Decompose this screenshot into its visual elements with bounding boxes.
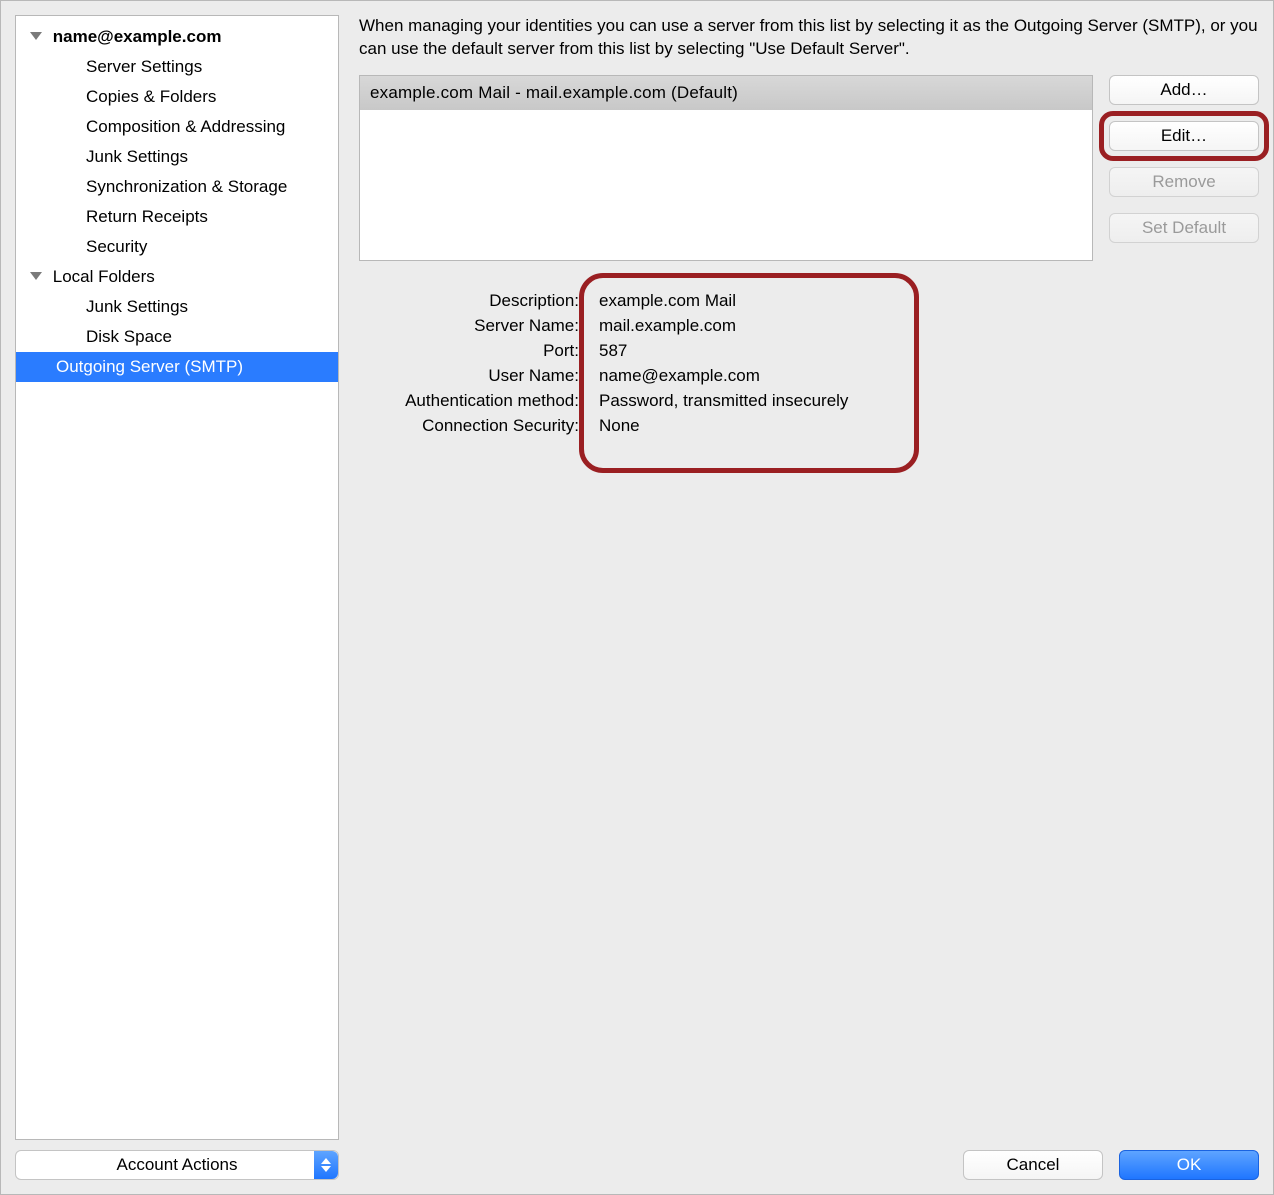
- tree-item-composition-addressing[interactable]: Composition & Addressing: [16, 112, 338, 142]
- account-tree[interactable]: name@example.com Server Settings Copies …: [15, 15, 339, 1140]
- detail-label-conn-security: Connection Security:: [369, 416, 589, 436]
- account-actions-dropdown[interactable]: Account Actions: [15, 1150, 339, 1180]
- smtp-server-item[interactable]: example.com Mail - mail.example.com (Def…: [360, 76, 1092, 110]
- tree-item-local-junk[interactable]: Junk Settings: [16, 292, 338, 322]
- smtp-list-area: example.com Mail - mail.example.com (Def…: [359, 75, 1259, 261]
- tree-item-server-settings[interactable]: Server Settings: [16, 52, 338, 82]
- tree-local-folders[interactable]: Local Folders: [16, 262, 338, 292]
- dialog-footer: Cancel OK: [359, 1136, 1259, 1180]
- set-default-button[interactable]: Set Default: [1109, 213, 1259, 243]
- detail-value-description: example.com Mail: [589, 291, 908, 311]
- tree-item-sync-storage[interactable]: Synchronization & Storage: [16, 172, 338, 202]
- remove-button-label: Remove: [1152, 172, 1215, 192]
- tree-account-1[interactable]: name@example.com: [16, 22, 338, 52]
- account-actions-label: Account Actions: [117, 1155, 238, 1175]
- set-default-button-label: Set Default: [1142, 218, 1226, 238]
- detail-label-port: Port:: [369, 341, 589, 361]
- disclosure-triangle-icon[interactable]: [30, 32, 42, 40]
- detail-label-user-name: User Name:: [369, 366, 589, 386]
- account-settings-window: name@example.com Server Settings Copies …: [0, 0, 1274, 1195]
- remove-button[interactable]: Remove: [1109, 167, 1259, 197]
- tree-item-junk-settings[interactable]: Junk Settings: [16, 142, 338, 172]
- tree-label: name@example.com: [53, 27, 222, 46]
- detail-label-server-name: Server Name:: [369, 316, 589, 336]
- tree-item-copies-folders[interactable]: Copies & Folders: [16, 82, 338, 112]
- detail-value-server-name: mail.example.com: [589, 316, 908, 336]
- tree-item-return-receipts[interactable]: Return Receipts: [16, 202, 338, 232]
- content-area: name@example.com Server Settings Copies …: [15, 15, 1259, 1180]
- edit-button-wrapper: Edit…: [1109, 121, 1259, 151]
- disclosure-triangle-icon[interactable]: [30, 272, 42, 280]
- cancel-button-label: Cancel: [1007, 1155, 1060, 1175]
- detail-value-user-name: name@example.com: [589, 366, 908, 386]
- add-button-label: Add…: [1160, 80, 1207, 100]
- main-panel: When managing your identities you can us…: [359, 15, 1259, 1180]
- ok-button[interactable]: OK: [1119, 1150, 1259, 1180]
- tree-item-disk-space[interactable]: Disk Space: [16, 322, 338, 352]
- edit-button[interactable]: Edit…: [1109, 121, 1259, 151]
- tree-item-outgoing-smtp[interactable]: Outgoing Server (SMTP): [16, 352, 338, 382]
- intro-text: When managing your identities you can us…: [359, 15, 1259, 61]
- tree-item-security[interactable]: Security: [16, 232, 338, 262]
- detail-label-description: Description:: [369, 291, 589, 311]
- smtp-button-column: Add… Edit… Remove Set Default: [1109, 75, 1259, 261]
- detail-label-auth-method: Authentication method:: [369, 391, 589, 411]
- detail-value-conn-security: None: [589, 416, 908, 436]
- dropdown-arrows-icon: [314, 1151, 338, 1179]
- sidebar: name@example.com Server Settings Copies …: [15, 15, 339, 1180]
- cancel-button[interactable]: Cancel: [963, 1150, 1103, 1180]
- ok-button-label: OK: [1177, 1155, 1202, 1175]
- tree-label: Local Folders: [53, 267, 155, 286]
- add-button[interactable]: Add…: [1109, 75, 1259, 105]
- detail-value-auth-method: Password, transmitted insecurely: [589, 391, 908, 411]
- smtp-details: Description: example.com Mail Server Nam…: [359, 279, 924, 448]
- detail-value-port: 587: [589, 341, 908, 361]
- smtp-server-list[interactable]: example.com Mail - mail.example.com (Def…: [359, 75, 1093, 261]
- edit-button-label: Edit…: [1161, 126, 1207, 146]
